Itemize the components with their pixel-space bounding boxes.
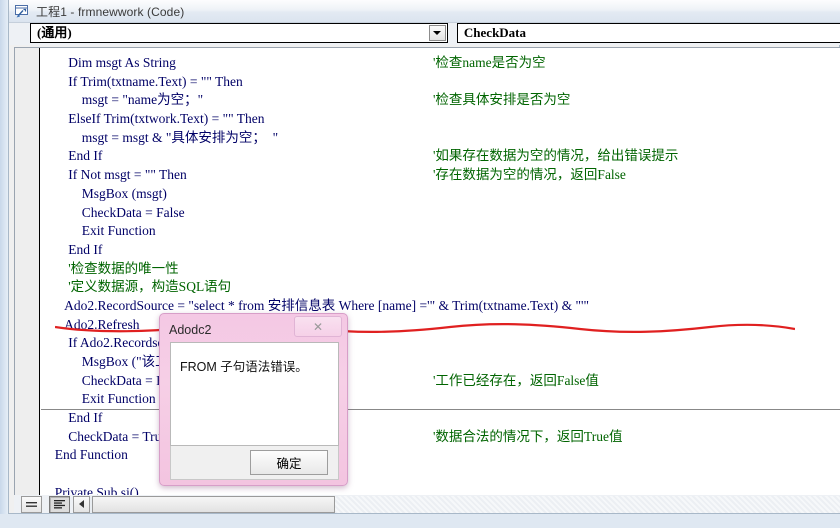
horizontal-scrollbar[interactable] xyxy=(73,495,840,513)
close-x-icon[interactable]: ✕ xyxy=(294,316,342,337)
inline-comment: '检查具体安排是否为空 xyxy=(433,92,571,108)
full-module-view-icon xyxy=(54,499,65,508)
inline-comment: '数据合法的情况下，返回True值 xyxy=(433,428,623,444)
inline-comment xyxy=(433,110,678,129)
inline-comment xyxy=(433,297,678,316)
editor-margin-indicator-bar[interactable] xyxy=(15,48,40,495)
inline-comment xyxy=(433,204,678,223)
combo-bar: (通用) CheckData xyxy=(9,23,840,45)
procedure-view-icon xyxy=(26,501,37,507)
vb6-code-window-screen: 工程1 - frmnewwork (Code) (通用) CheckData D… xyxy=(0,0,840,528)
inline-comment xyxy=(433,334,678,353)
object-combo-value: (通用) xyxy=(37,25,72,40)
inline-comment xyxy=(433,73,678,92)
dialog-button-row: 确定 xyxy=(170,446,339,480)
vb-code-window-icon xyxy=(14,4,30,19)
horizontal-scroll-thumb[interactable] xyxy=(92,495,335,513)
inline-comment xyxy=(433,260,678,279)
error-dialog[interactable]: Adodc2 ✕ FROM 子句语法错误。 确定 xyxy=(159,313,348,486)
horizontal-scroll-track[interactable] xyxy=(335,495,840,513)
scroll-left-arrow-icon[interactable] xyxy=(73,495,90,513)
mdi-bottom-strip xyxy=(0,514,840,528)
inline-comment xyxy=(433,129,678,148)
inline-comment: '工作已经存在，返回False值 xyxy=(433,372,599,388)
inline-comment xyxy=(433,409,678,428)
window-titlebar[interactable]: 工程1 - frmnewwork (Code) xyxy=(9,0,840,23)
editor-bottom-bar xyxy=(14,495,840,513)
inline-comment xyxy=(433,316,678,335)
inline-comment xyxy=(433,390,678,409)
inline-comment xyxy=(433,241,678,260)
procedure-combo-value: CheckData xyxy=(463,25,527,40)
dialog-ok-button[interactable]: 确定 xyxy=(250,450,328,475)
dialog-title: Adodc2 xyxy=(169,323,212,337)
inline-comment: '如果存在数据为空的情况，给出错误提示 xyxy=(433,148,679,164)
procedure-combo[interactable]: CheckData xyxy=(456,23,840,43)
code-editor[interactable]: Dim msgt As String If Trim(txtname.Text)… xyxy=(14,47,840,495)
inline-comment xyxy=(433,185,678,204)
chevron-down-icon[interactable] xyxy=(428,25,446,41)
dialog-titlebar[interactable]: Adodc2 ✕ xyxy=(164,316,343,342)
full-module-view-button[interactable] xyxy=(49,495,70,513)
inline-comment: '存在数据为空的情况，返回False xyxy=(433,167,626,183)
window-title: 工程1 - frmnewwork (Code) xyxy=(36,4,185,19)
mdi-left-strip xyxy=(0,0,8,528)
inline-comment xyxy=(433,278,678,297)
inline-comment xyxy=(433,222,678,241)
code-window: 工程1 - frmnewwork (Code) (通用) CheckData D… xyxy=(8,0,840,514)
procedure-view-button[interactable] xyxy=(21,495,42,513)
code-comment-column: '检查name是否为空 '检查具体安排是否为空 '如果存在数据为空的情况，给出错… xyxy=(433,54,678,446)
inline-comment xyxy=(433,353,678,372)
dialog-message: FROM 子句语法错误。 xyxy=(180,360,308,374)
inline-comment: '检查name是否为空 xyxy=(433,55,546,70)
object-combo[interactable]: (通用) xyxy=(30,23,448,43)
